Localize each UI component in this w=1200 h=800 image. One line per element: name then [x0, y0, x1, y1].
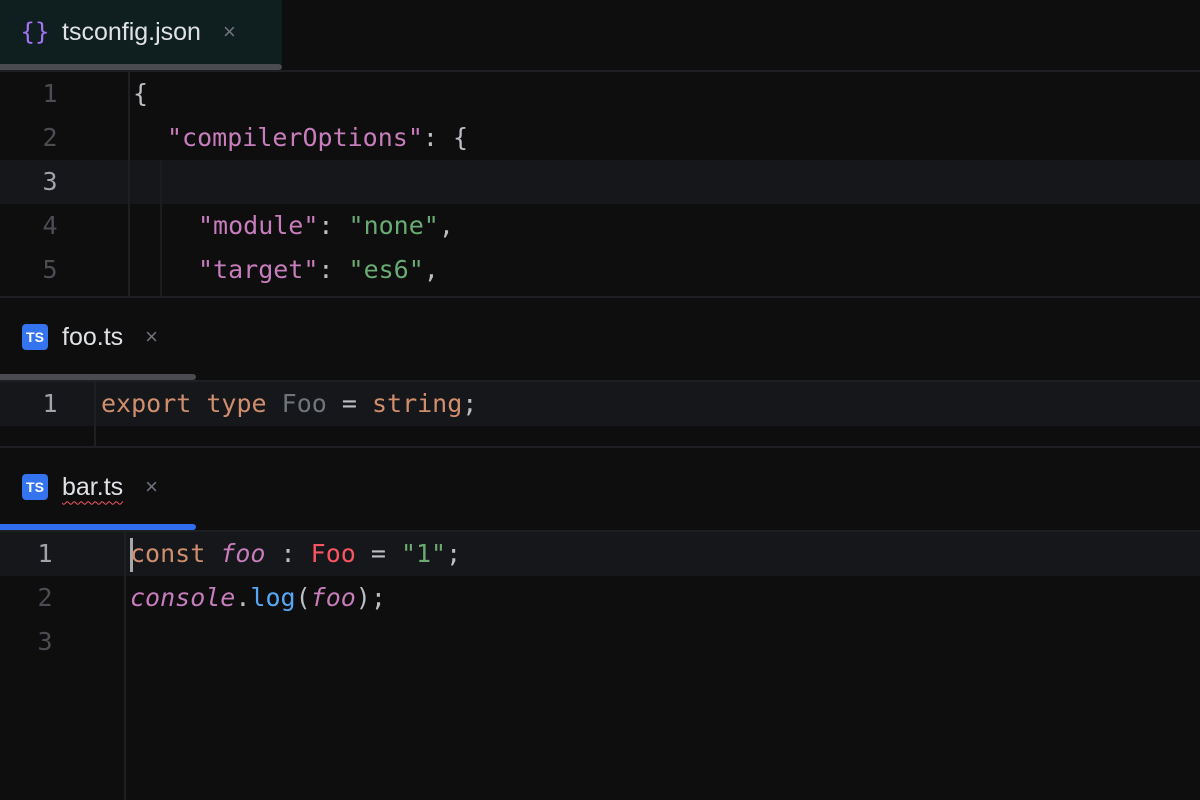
tab-label: tsconfig.json	[62, 18, 201, 47]
code-line-current: 1 export type Foo = string;	[0, 382, 1200, 426]
tab-label-error: bar.ts	[62, 473, 123, 502]
editor-pane-tsconfig: {} tsconfig.json × 1{ 2"compilerOptions"…	[0, 0, 1200, 298]
code-text[interactable]: export type Foo = string;	[101, 382, 477, 426]
code-area: 1 export type Foo = string;	[0, 382, 1200, 446]
gutter-divider	[94, 382, 96, 446]
tab-bar: {} tsconfig.json ×	[0, 0, 1200, 72]
line-number: 2	[30, 116, 70, 160]
line-number: 4	[30, 204, 70, 248]
code-text[interactable]: "target": "es6",	[198, 248, 439, 292]
code-line: 3	[0, 620, 1200, 664]
gutter-divider	[128, 72, 130, 296]
gutter-divider	[124, 532, 126, 800]
code-line: 2 "compilerOptions": {	[0, 116, 1200, 160]
code-text[interactable]: "compilerOptions": {	[167, 116, 468, 160]
close-icon[interactable]: ×	[145, 474, 158, 500]
tab-label: foo.ts	[62, 323, 123, 352]
tab-bar-ts[interactable]: TS bar.ts ×	[0, 448, 196, 526]
line-number: 1	[30, 382, 70, 426]
code-line-current: 3	[0, 160, 1200, 204]
close-icon[interactable]: ×	[145, 324, 158, 350]
typescript-file-icon: TS	[22, 324, 48, 350]
active-tab-underline	[0, 524, 196, 530]
tab-foo-ts[interactable]: TS foo.ts ×	[0, 298, 196, 376]
editor-pane-bar-ts: TS bar.ts × 1 const foo : Foo = "1"; 2 con…	[0, 448, 1200, 800]
line-number: 1	[25, 532, 65, 576]
indent-guide	[160, 160, 162, 296]
tab-tsconfig-json[interactable]: {} tsconfig.json ×	[0, 0, 282, 64]
line-number: 5	[30, 248, 70, 292]
line-number: 3	[25, 620, 65, 664]
close-icon[interactable]: ×	[223, 19, 236, 45]
code-line: 4 "module": "none",	[0, 204, 1200, 248]
code-line: 1{	[0, 72, 1200, 116]
line-number: 2	[25, 576, 65, 620]
tab-bar: TS bar.ts ×	[0, 448, 1200, 532]
code-text[interactable]: console.log(foo);	[130, 576, 386, 620]
code-area: 1{ 2"compilerOptions": { 3 4"module": "n…	[0, 72, 1200, 296]
editor-pane-foo-ts: TS foo.ts × 1 export type Foo = string;	[0, 298, 1200, 448]
line-number: 3	[30, 160, 70, 204]
code-text[interactable]: "module": "none",	[198, 204, 454, 248]
code-text[interactable]: {	[133, 72, 148, 116]
tab-underline	[0, 374, 196, 380]
code-line: 2 console.log(foo);	[0, 576, 1200, 620]
line-number: 1	[30, 72, 70, 116]
tab-underline	[0, 64, 282, 70]
typescript-file-icon: TS	[22, 474, 48, 500]
code-text[interactable]: const foo : Foo = "1";	[130, 532, 461, 576]
tab-bar: TS foo.ts ×	[0, 298, 1200, 382]
json-braces-icon: {}	[22, 19, 48, 45]
code-line-current: 1 const foo : Foo = "1";	[0, 532, 1200, 576]
code-area: 1 const foo : Foo = "1"; 2 console.log(foo…	[0, 532, 1200, 800]
code-line: 5 "target": "es6",	[0, 248, 1200, 292]
